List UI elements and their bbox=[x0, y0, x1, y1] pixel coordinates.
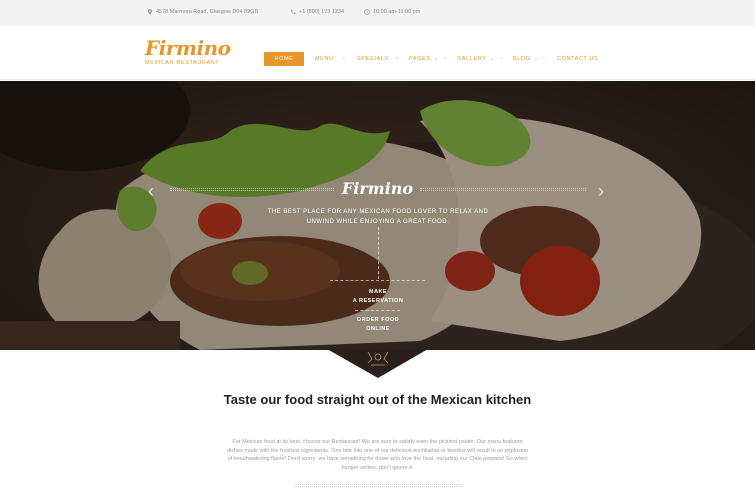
slider-prev-arrow[interactable]: ‹ bbox=[148, 181, 154, 201]
nav-pages[interactable]: PAGES ⌄ bbox=[409, 52, 438, 66]
nav-separator: • bbox=[343, 56, 345, 62]
section-heading: Taste our food straight out of the Mexic… bbox=[223, 392, 532, 407]
hero-title: Firmino bbox=[341, 179, 414, 198]
order-food-online-button[interactable]: ORDER FOOD ONLINE bbox=[338, 316, 418, 334]
nav-separator: • bbox=[543, 56, 545, 62]
phone-icon bbox=[290, 9, 296, 15]
chevron-down-icon: ⌄ bbox=[489, 56, 495, 62]
title-decor-right bbox=[420, 188, 586, 191]
nav-pages-label: PAGES bbox=[409, 56, 431, 62]
phone-text[interactable]: +1 (800) 123 1234 bbox=[299, 9, 344, 15]
dashed-divider bbox=[330, 280, 425, 281]
top-info-bar: 4578 Marmora Road, Glasgow D04 89GR +1 (… bbox=[0, 0, 755, 26]
nav-specials-label: SPECIALS bbox=[357, 56, 389, 62]
nav-menu-label: MENU bbox=[315, 56, 334, 62]
nav-contact-label: CONTACT US bbox=[557, 56, 599, 62]
main-nav: HOME MENU • SPECIALS • PAGES ⌄ • GALLERY ⌄… bbox=[0, 52, 755, 66]
nav-gallery[interactable]: GALLERY ⌄ bbox=[457, 52, 494, 66]
map-pin-icon bbox=[147, 9, 153, 15]
section-divider bbox=[294, 484, 461, 487]
site-header: Firmino MEXICAN RESTAURANT HOME MENU • S… bbox=[0, 26, 755, 80]
nav-separator: • bbox=[500, 56, 502, 62]
section-paragraph: For Mexican food at its best, choose our… bbox=[226, 439, 529, 471]
address-text: 4578 Marmora Road, Glasgow D04 89GR bbox=[156, 9, 259, 15]
hero-slider: ‹ › Firmino THE BEST PLACE FOR ANY MEXIC… bbox=[0, 81, 755, 350]
make-reservation-button[interactable]: MAKE A RESERVATION bbox=[338, 288, 418, 306]
emblem-triangle bbox=[0, 349, 755, 379]
dashed-divider bbox=[355, 310, 400, 311]
nav-blog-label: BLOG bbox=[513, 56, 531, 62]
nav-separator: • bbox=[444, 56, 446, 62]
hero-subtitle: THE BEST PLACE FOR ANY MEXICAN FOOD LOVE… bbox=[267, 209, 489, 225]
nav-blog[interactable]: BLOG ⌄ bbox=[513, 52, 538, 66]
title-decor-left bbox=[170, 188, 334, 191]
chevron-down-icon: ⌄ bbox=[433, 56, 439, 62]
nav-specials[interactable]: SPECIALS bbox=[357, 52, 389, 66]
nav-contact[interactable]: CONTACT US bbox=[557, 52, 598, 66]
chevron-down-icon: ⌄ bbox=[533, 56, 539, 62]
clock-icon bbox=[364, 9, 370, 15]
nav-home[interactable]: HOME bbox=[264, 52, 304, 66]
nav-home-label: HOME bbox=[274, 56, 294, 62]
nav-gallery-label: GALLERY bbox=[457, 56, 487, 62]
phone-item[interactable]: +1 (800) 123 1234 bbox=[290, 9, 344, 15]
dashed-divider bbox=[378, 227, 379, 279]
hours-item: 10:00 am-11:00 pm bbox=[364, 9, 420, 15]
hours-text: 10:00 am-11:00 pm bbox=[373, 9, 421, 15]
nav-separator: • bbox=[396, 56, 398, 62]
address-item: 4578 Marmora Road, Glasgow D04 89GR bbox=[147, 9, 258, 15]
slider-next-arrow[interactable]: › bbox=[598, 181, 604, 201]
nav-menu[interactable]: MENU bbox=[315, 52, 334, 66]
